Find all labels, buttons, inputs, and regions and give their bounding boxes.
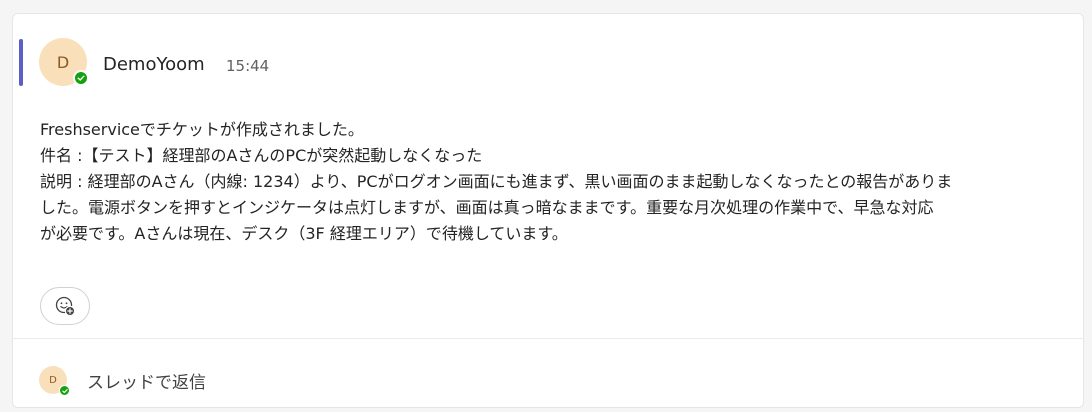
message-card: D DemoYoom 15:44 Freshserviceでチケットが作成されま… — [12, 13, 1084, 408]
message-line: Freshserviceでチケットが作成されました。 — [40, 120, 364, 139]
avatar-initial: D — [56, 52, 70, 72]
add-reaction-button[interactable] — [40, 287, 90, 325]
message-timestamp: 15:44 — [226, 57, 270, 75]
reply-label: スレッドで返信 — [87, 372, 206, 393]
message-line: が必要です。Aさんは現在、デスク（3F 経理エリア）で待機しています。 — [40, 224, 568, 243]
avatar[interactable]: D — [39, 38, 89, 86]
message-body: Freshserviceでチケットが作成されました。 件名 :【テスト】経理部の… — [40, 117, 1070, 247]
sender-name[interactable]: DemoYoom — [103, 54, 205, 75]
message-line: 件名 :【テスト】経理部のAさんのPCが突然起動しなくなった — [40, 146, 483, 165]
presence-available-icon — [73, 70, 89, 86]
presence-available-icon — [59, 385, 70, 396]
message-line: した。電源ボタンを押すとインジケータは点灯しますが、画面は真っ暗なままです。重要… — [40, 198, 934, 217]
reply-avatar: D — [39, 366, 70, 396]
unread-accent-bar — [19, 39, 23, 86]
reply-avatar-initial: D — [49, 374, 57, 386]
message-line: 説明 : 経理部のAさん（内線: 1234）より、PCがログオン画面にも進まず、… — [40, 172, 953, 191]
reply-in-thread-button[interactable]: D スレッドで返信 — [39, 364, 206, 396]
add-reaction-icon — [55, 296, 76, 317]
divider — [13, 338, 1083, 339]
